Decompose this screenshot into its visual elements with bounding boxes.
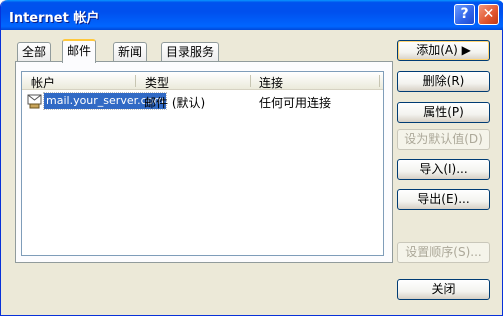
column-separator[interactable]: [379, 75, 380, 87]
list-header: 帐户 类型 连接: [22, 72, 383, 90]
export-button[interactable]: 导出(E)...: [397, 189, 490, 210]
title-bar[interactable]: Internet 帐户 ? ✕: [1, 0, 503, 30]
column-header-account[interactable]: 帐户: [31, 74, 55, 91]
tab-all[interactable]: 全部: [17, 42, 52, 62]
column-separator[interactable]: [250, 75, 251, 87]
add-button[interactable]: 添加(A) ▶: [397, 40, 490, 61]
close-icon[interactable]: ✕: [478, 4, 499, 25]
column-header-connection[interactable]: 连接: [259, 74, 283, 91]
remove-button[interactable]: 删除(R): [397, 71, 490, 92]
set-default-button[interactable]: 设为默认值(D): [397, 129, 490, 150]
help-icon[interactable]: ?: [454, 4, 475, 25]
account-type: 邮件 (默认): [144, 96, 206, 110]
properties-button[interactable]: 属性(P): [397, 102, 490, 123]
internet-accounts-dialog: Internet 帐户 ? ✕ 全部 邮件 新闻 目录服务 帐户 类型 连接 m…: [0, 0, 503, 316]
set-order-button[interactable]: 设置顺序(S)...: [397, 242, 490, 263]
close-button[interactable]: 关闭: [397, 279, 490, 300]
column-separator[interactable]: [135, 75, 136, 87]
tab-news[interactable]: 新闻: [113, 42, 148, 62]
window-title: Internet 帐户: [9, 11, 100, 26]
mail-account-icon: [27, 94, 42, 109]
account-connection: 任何可用连接: [259, 96, 332, 110]
import-button[interactable]: 导入(I)...: [397, 159, 490, 180]
column-header-type[interactable]: 类型: [145, 74, 169, 91]
tab-directory-service[interactable]: 目录服务: [161, 42, 220, 62]
tab-mail[interactable]: 邮件: [62, 39, 97, 63]
list-item[interactable]: mail.your_server.com 邮件 (默认) 任何可用连接: [26, 92, 382, 110]
accounts-list[interactable]: 帐户 类型 连接 mail.your_server.com 邮件 (默认) 任何…: [21, 71, 384, 256]
